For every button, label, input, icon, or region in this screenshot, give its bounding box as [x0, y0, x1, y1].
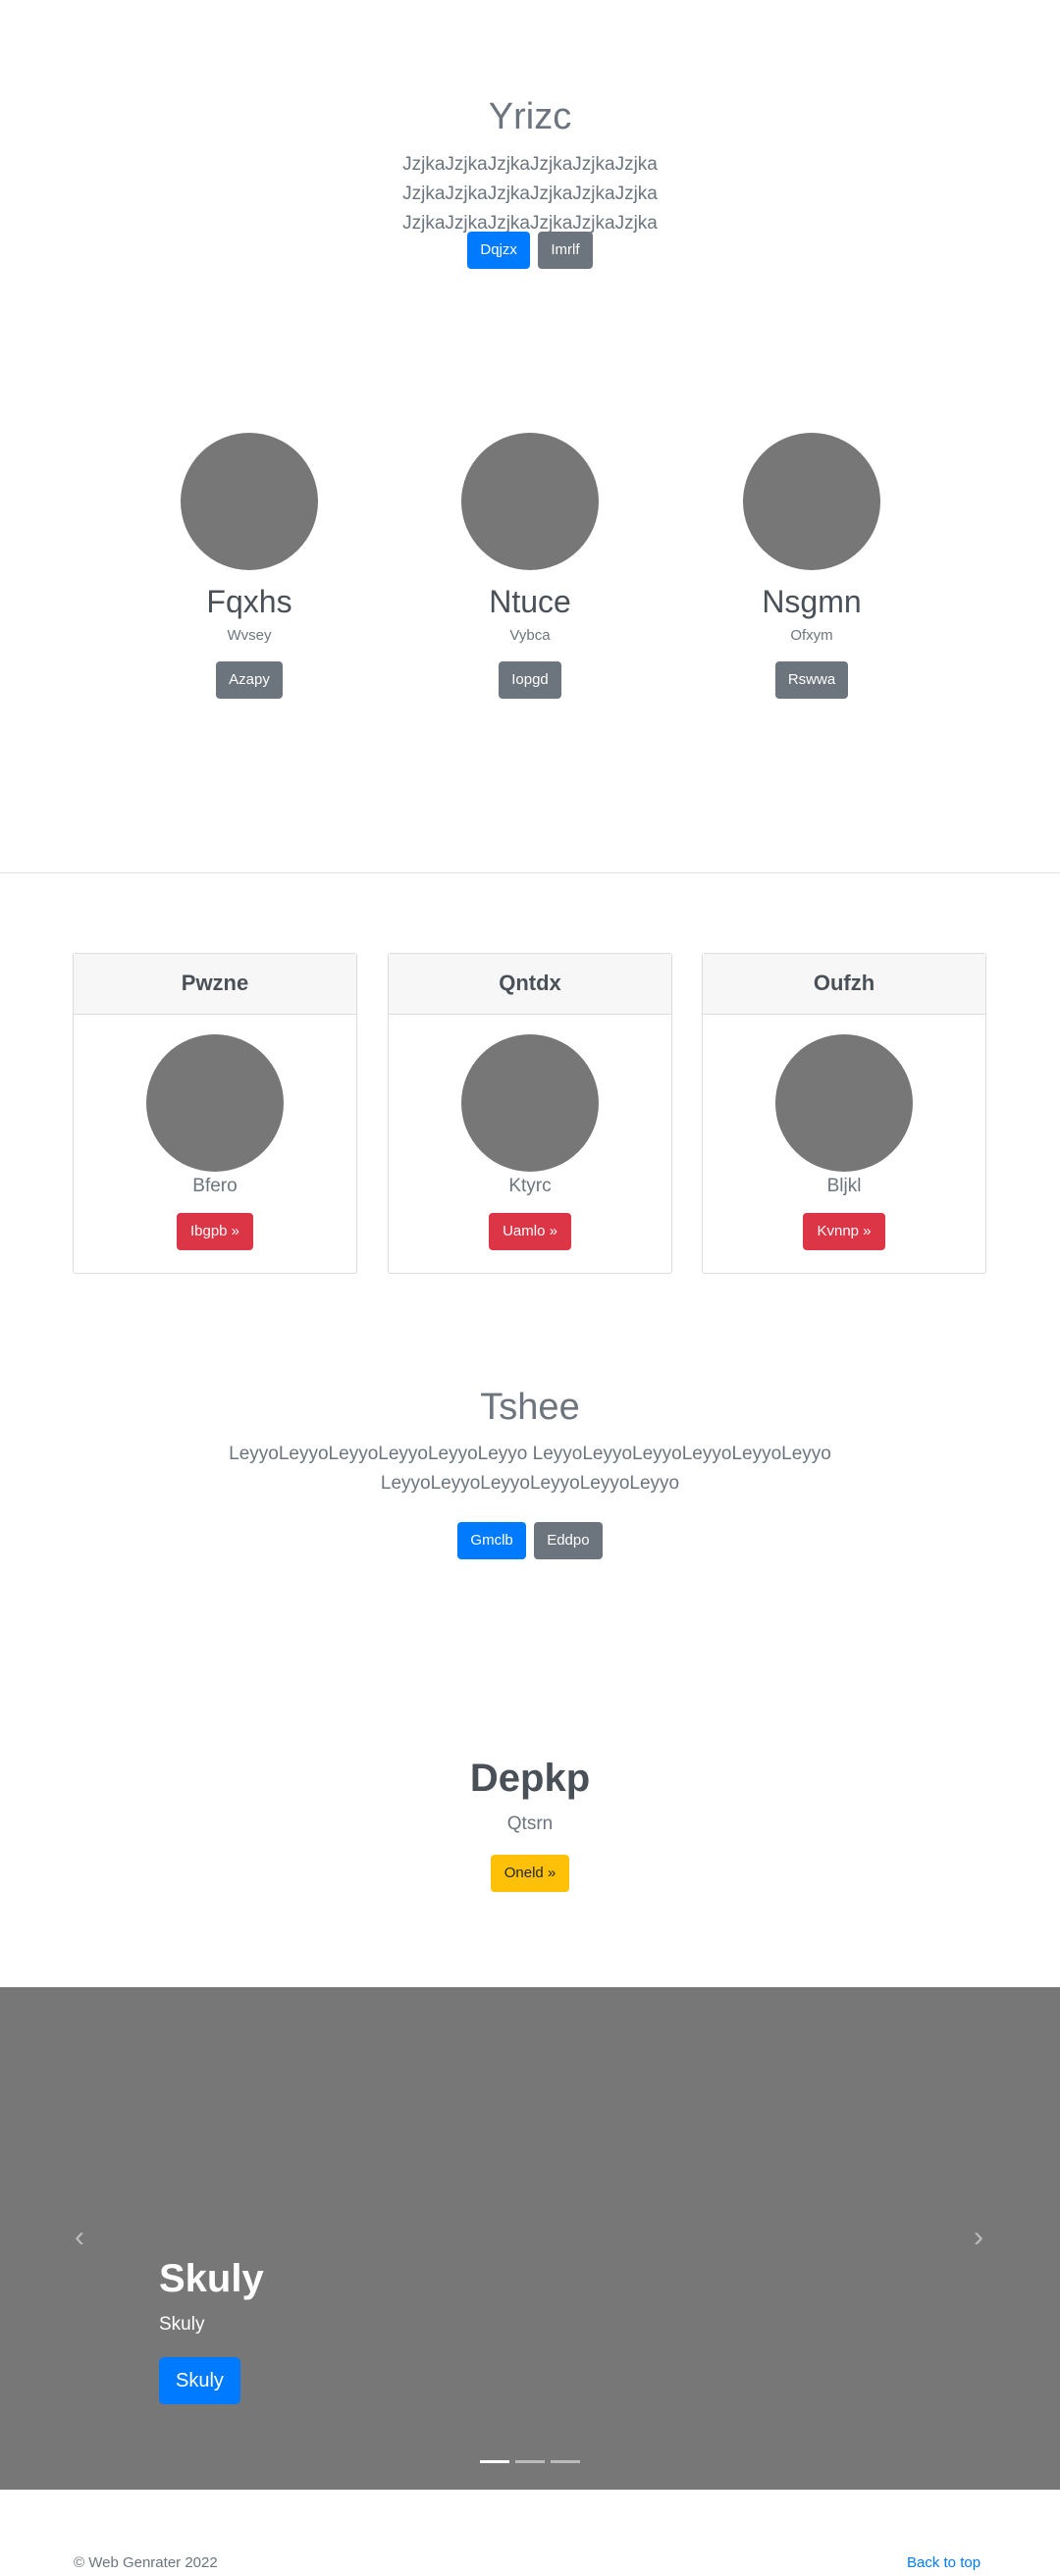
hero-buttons: Dqjzx Imrlf	[0, 232, 1060, 269]
person-role: Ofxym	[790, 627, 833, 644]
card-image-placeholder	[146, 1034, 284, 1172]
person-button[interactable]: Iopgd	[499, 661, 561, 699]
carousel: ‹ › Skuly Skuly Skuly	[0, 1987, 1060, 2490]
carousel-caption-button[interactable]: Skuly	[159, 2357, 240, 2404]
person-role: Wvsey	[227, 627, 272, 644]
hero-lead: JzjkaJzjkaJzjkaJzjkaJzjkaJzjka JzjkaJzjk…	[402, 154, 658, 234]
footer-copyright: © Web Genrater 2022	[74, 2554, 218, 2571]
carousel-indicator[interactable]	[551, 2460, 580, 2463]
carousel-indicator[interactable]	[515, 2460, 545, 2463]
card-text: Ktyrc	[508, 1176, 552, 1196]
person-column: Fqxhs Wvsey Azapy	[102, 433, 397, 699]
card-image-placeholder	[461, 1034, 599, 1172]
feature-subtitle: Qtsrn	[506, 1814, 554, 1834]
card-button[interactable]: Kvnnp »	[803, 1213, 885, 1250]
hero2-lead: LeyyoLeyyoLeyyoLeyyoLeyyoLeyyo LeyyoLeyy…	[229, 1444, 831, 1494]
carousel-caption-text: Skuly	[159, 2314, 205, 2335]
card-header: Qntdx	[389, 954, 671, 1015]
person-role: Vybca	[509, 627, 551, 644]
back-to-top-link[interactable]: Back to top	[907, 2554, 980, 2571]
carousel-caption-title: Skuly	[159, 2257, 264, 2300]
avatar-placeholder	[743, 433, 880, 570]
person-name: Nsgmn	[762, 584, 862, 619]
card: Pwzne Bfero Ibgpb »	[73, 953, 357, 1274]
card: Oufzh Bljkl Kvnnp »	[702, 953, 986, 1274]
card-header: Oufzh	[703, 954, 985, 1015]
card-image-placeholder	[775, 1034, 913, 1172]
person-column: Nsgmn Ofxym Rswwa	[664, 433, 959, 699]
chevron-left-icon[interactable]: ‹	[65, 2223, 94, 2252]
hero2-buttons: Gmclb Eddpo	[0, 1522, 1060, 1559]
card-header: Pwzne	[74, 954, 356, 1015]
carousel-indicators	[0, 2460, 1060, 2463]
chevron-right-icon[interactable]: ›	[964, 2223, 993, 2252]
person-button[interactable]: Azapy	[216, 661, 283, 699]
card-button[interactable]: Ibgpb »	[176, 1213, 254, 1250]
card-text: Bfero	[192, 1176, 238, 1196]
avatar-placeholder	[461, 433, 599, 570]
hero-title: Yrizc	[488, 96, 572, 137]
card-button[interactable]: Uamlo »	[489, 1213, 571, 1250]
card: Qntdx Ktyrc Uamlo »	[388, 953, 672, 1274]
hero-secondary-button[interactable]: Imrlf	[538, 232, 593, 269]
carousel-indicator[interactable]	[480, 2460, 509, 2463]
person-name: Ntuce	[489, 584, 571, 619]
hero-section: Yrizc JzjkaJzjkaJzjkaJzjkaJzjkaJzjka Jzj…	[0, 0, 1060, 314]
section-divider	[0, 872, 1060, 873]
person-column: Ntuce Vybca Iopgd	[383, 433, 677, 699]
person-name: Fqxhs	[206, 584, 292, 619]
person-button[interactable]: Rswwa	[774, 661, 849, 699]
feature-title: Depkp	[469, 1757, 591, 1800]
card-text: Bljkl	[826, 1176, 862, 1196]
hero2-title: Tshee	[480, 1387, 580, 1428]
avatar-placeholder	[181, 433, 318, 570]
hero2-secondary-button[interactable]: Eddpo	[534, 1522, 603, 1559]
hero-primary-button[interactable]: Dqjzx	[467, 232, 530, 269]
hero2-primary-button[interactable]: Gmclb	[457, 1522, 526, 1559]
feature-button[interactable]: Oneld »	[490, 1855, 570, 1892]
